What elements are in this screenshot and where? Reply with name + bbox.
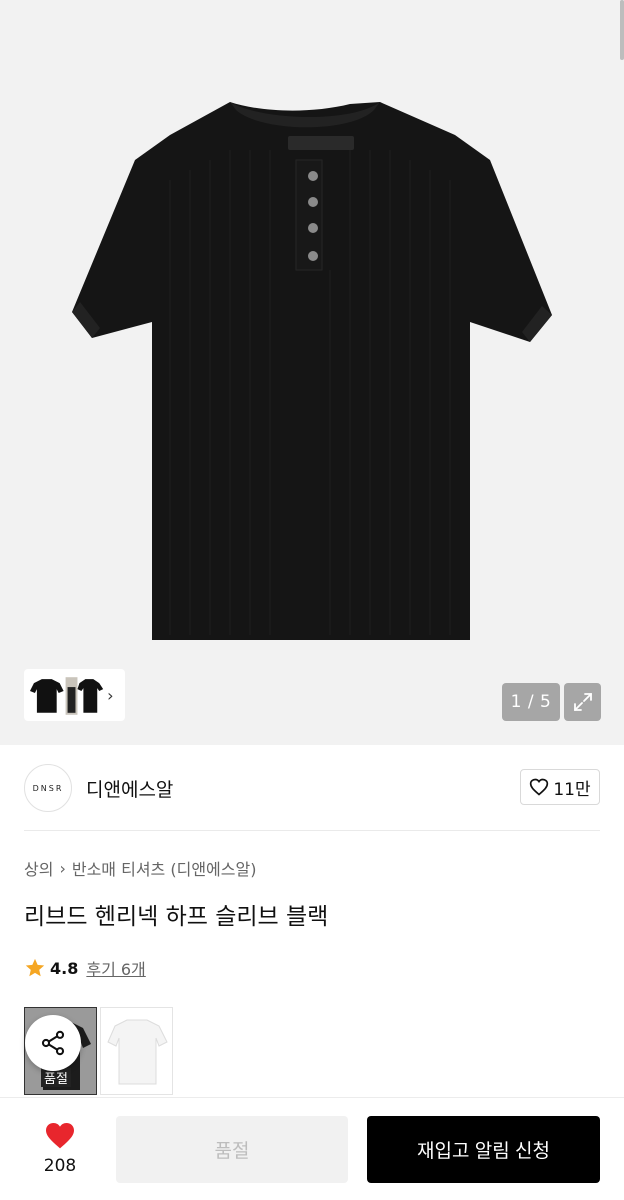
breadcrumb: 상의 › 반소매 티셔츠 (디앤에스알) (24, 856, 256, 880)
swatch-image (101, 1008, 172, 1094)
soldout-button[interactable]: 품절 (116, 1116, 348, 1183)
brand-row[interactable]: DNSR 디앤에스알 11만 (24, 763, 600, 813)
divider (24, 830, 600, 831)
breadcrumb-subcategory[interactable]: 반소매 티셔츠 (디앤에스알) (72, 856, 257, 880)
brand-name[interactable]: 디앤에스알 (86, 775, 173, 802)
restock-alert-button[interactable]: 재입고 알림 신청 (367, 1116, 600, 1183)
option-swatch-white[interactable] (100, 1007, 173, 1095)
product-title: 리브드 헨리넥 하프 슬리브 블랙 (24, 904, 329, 930)
heart-filled-icon (46, 1123, 74, 1149)
brand-like-count: 11만 (553, 779, 591, 800)
wishlist-count: 208 (43, 1156, 77, 1176)
expand-icon (573, 693, 592, 711)
share-icon (41, 1030, 65, 1056)
wishlist-button[interactable]: 208 (30, 1120, 90, 1176)
brand-logo[interactable]: DNSR (24, 764, 72, 812)
heart-outline-icon (530, 778, 549, 796)
bottom-action-bar: 208 품절 재입고 알림 신청 (0, 1097, 624, 1200)
thumbnail-strip[interactable]: › (24, 669, 125, 721)
chevron-right-icon: › (59, 858, 66, 878)
thumbnail-image[interactable] (28, 673, 106, 717)
expand-button[interactable] (564, 683, 601, 721)
share-button[interactable] (25, 1015, 81, 1071)
star-icon (25, 958, 45, 977)
chevron-right-icon[interactable]: › (107, 686, 121, 705)
scrollbar[interactable] (620, 0, 624, 60)
brand-like-button[interactable]: 11만 (520, 769, 600, 805)
image-counter: 1 / 5 (502, 683, 560, 721)
product-gallery[interactable]: › 1 / 5 (0, 0, 624, 745)
rating-score: 4.8 (50, 958, 79, 978)
review-link[interactable]: 후기 6개 (86, 956, 145, 980)
breadcrumb-category[interactable]: 상의 (24, 856, 53, 880)
product-image[interactable] (60, 90, 560, 650)
rating-row: 4.8 후기 6개 (24, 956, 146, 980)
